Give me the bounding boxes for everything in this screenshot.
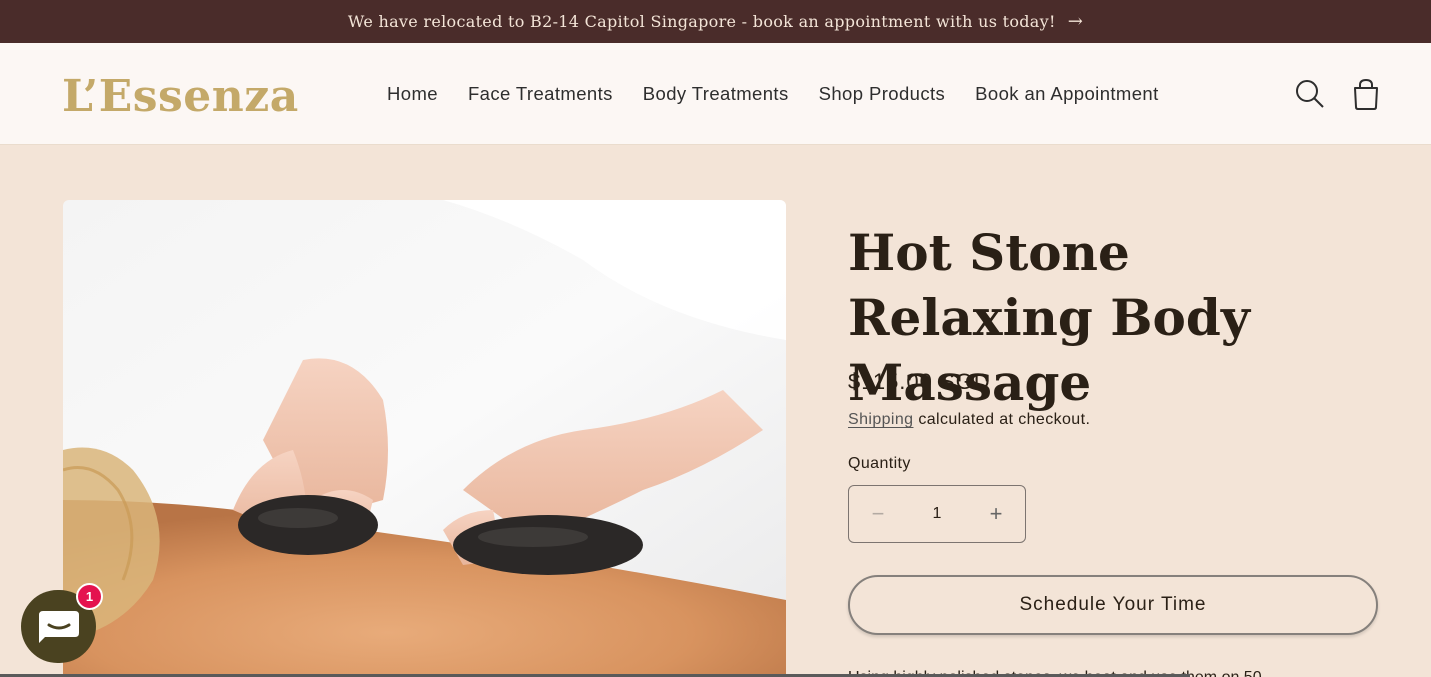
nav-home[interactable]: Home xyxy=(372,83,453,105)
quantity-stepper: − + xyxy=(848,485,1026,543)
shipping-link[interactable]: Shipping xyxy=(848,411,913,428)
shipping-text: calculated at checkout. xyxy=(913,411,1091,428)
nav-body-treatments[interactable]: Body Treatments xyxy=(628,83,804,105)
search-icon[interactable] xyxy=(1292,76,1328,112)
cart-icon[interactable] xyxy=(1348,76,1384,112)
quantity-increase-button[interactable]: + xyxy=(967,486,1025,542)
nav-face-treatments[interactable]: Face Treatments xyxy=(453,83,628,105)
site-header: L’Essenza Home Face Treatments Body Trea… xyxy=(0,43,1431,145)
logo[interactable]: L’Essenza xyxy=(62,71,299,122)
announcement-bar[interactable]: We have relocated to B2-14 Capitol Singa… xyxy=(0,0,1431,43)
product-price: $115.00 SGD xyxy=(848,369,991,394)
schedule-your-time-button[interactable]: Schedule Your Time xyxy=(848,575,1378,635)
chat-unread-badge: 1 xyxy=(76,583,103,610)
quantity-decrease-button[interactable]: − xyxy=(849,486,907,542)
main-nav: Home Face Treatments Body Treatments Sho… xyxy=(372,43,1174,145)
arrow-right-icon: → xyxy=(1067,11,1084,32)
chat-bubble-icon xyxy=(38,610,79,643)
shipping-note: Shipping calculated at checkout. xyxy=(848,411,1090,429)
product-image[interactable] xyxy=(63,200,786,677)
nav-shop-products[interactable]: Shop Products xyxy=(804,83,961,105)
quantity-input[interactable] xyxy=(907,486,967,542)
announcement-text: We have relocated to B2-14 Capitol Singa… xyxy=(347,12,1056,31)
quantity-label: Quantity xyxy=(848,455,911,472)
nav-book-appointment[interactable]: Book an Appointment xyxy=(960,83,1173,105)
massage-photo xyxy=(63,200,786,677)
